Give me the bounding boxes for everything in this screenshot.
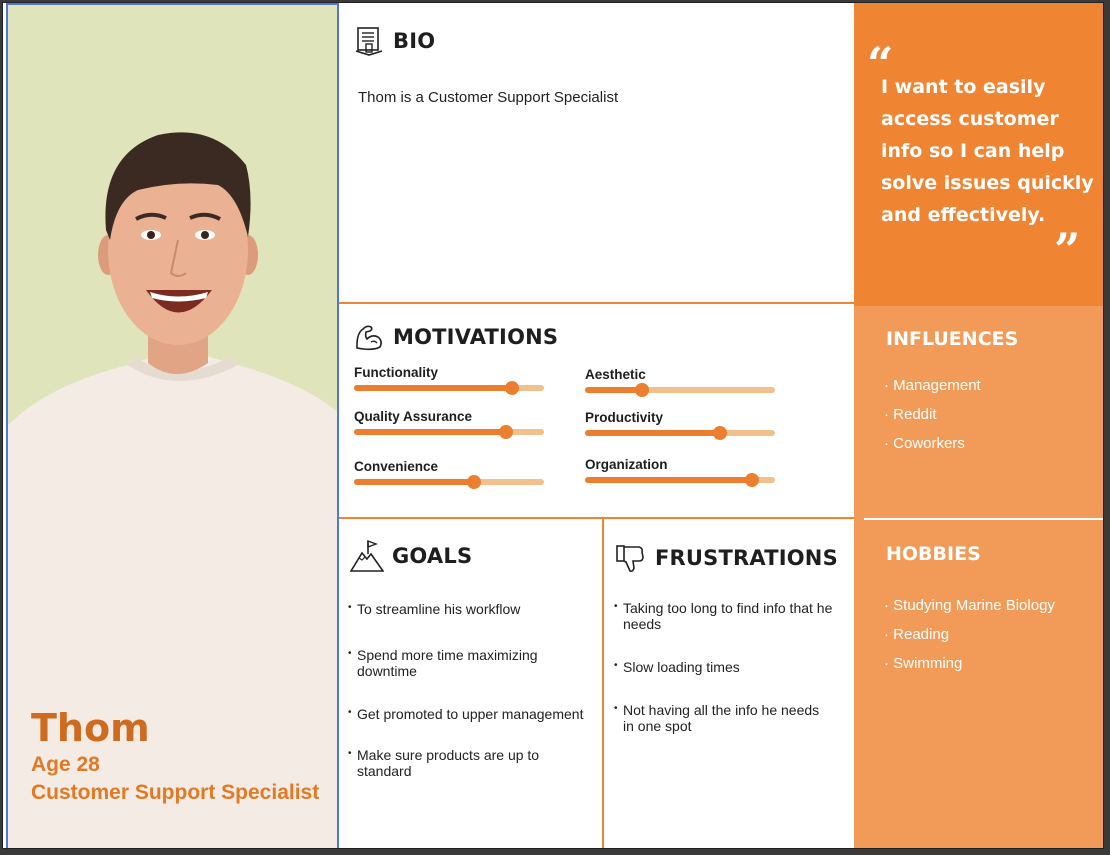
goals-title: GOALS <box>392 544 473 568</box>
list-item: · Swimming <box>884 655 963 672</box>
persona-name: Thom <box>31 706 150 750</box>
list-item: · Reddit <box>884 406 937 423</box>
list-item: Not having all the info he needsin one s… <box>614 701 854 734</box>
goals-heading: GOALS <box>349 539 473 573</box>
influences-title: INFLUENCES <box>886 328 1019 350</box>
hobbies-panel: HOBBIES · Studying Marine Biology · Read… <box>854 521 1103 848</box>
bio-heading: BIO <box>353 25 435 57</box>
list-item: Slow loading times <box>614 658 854 675</box>
motivation-organization: Organization <box>585 457 775 487</box>
motivation-slider <box>585 426 775 440</box>
thumbs-down-icon <box>615 542 647 574</box>
bio-text: Thom is a Customer Support Specialist <box>358 89 619 106</box>
book-icon <box>353 25 385 57</box>
motivations-title: MOTIVATIONS <box>393 325 559 349</box>
mountain-flag-icon <box>349 539 385 573</box>
influences-list: · Management · Reddit · Coworkers <box>884 376 981 463</box>
motivation-convenience: Convenience <box>354 459 544 489</box>
flexed-arm-icon <box>353 321 385 353</box>
motivation-functionality: Functionality <box>354 365 544 395</box>
motivation-slider <box>354 475 544 489</box>
bio-title: BIO <box>393 29 436 53</box>
motivations-heading: MOTIVATIONS <box>353 321 558 353</box>
motivation-label: Functionality <box>354 365 438 380</box>
frustrations-heading: FRUSTRATIONS <box>615 542 838 574</box>
motivation-slider <box>585 383 775 397</box>
list-item: · Reading <box>884 626 950 643</box>
hobbies-title: HOBBIES <box>886 543 981 565</box>
list-item: Taking too long to find info that heneed… <box>614 599 854 632</box>
motivation-label: Organization <box>585 457 668 472</box>
persona-name-block: Thom Age 28 Customer Support Specialist <box>31 705 319 807</box>
motivation-label: Aesthetic <box>585 367 646 382</box>
quote-panel: “ I want to easily access customer info … <box>854 3 1103 306</box>
motivation-aesthetic: Aesthetic <box>585 367 775 397</box>
persona-role: Customer Support Specialist <box>31 781 320 804</box>
list-item: Make sure products are up tostandard <box>348 746 603 779</box>
list-item: Spend more time maximizingdowntime <box>348 646 603 679</box>
list-item: · Management <box>884 377 981 394</box>
motivation-productivity: Productivity <box>585 410 775 440</box>
frustrations-title: FRUSTRATIONS <box>655 546 838 570</box>
motivation-quality-assurance: Quality Assurance <box>354 409 544 439</box>
motivation-slider <box>585 473 775 487</box>
divider-bio-motivations <box>339 302 854 304</box>
list-item: · Coworkers <box>884 435 965 452</box>
divider-motivations-goals <box>339 517 854 519</box>
influences-panel: INFLUENCES · Management · Reddit · Cowor… <box>854 306 1103 517</box>
motivation-label: Quality Assurance <box>354 409 473 424</box>
hobbies-list: · Studying Marine Biology · Reading · Sw… <box>884 596 1055 683</box>
list-item: To streamline his workflow <box>348 600 603 617</box>
persona-card: Thom Age 28 Customer Support Specialist … <box>2 2 1104 849</box>
divider-influences-hobbies <box>864 518 1103 520</box>
goals-list: To streamline his workflow Spend more ti… <box>348 600 603 779</box>
frustrations-list: Taking too long to find info that heneed… <box>614 599 854 734</box>
list-item: Get promoted to upper management <box>348 705 603 722</box>
motivation-slider <box>354 425 544 439</box>
list-item: · Studying Marine Biology <box>884 597 1055 614</box>
persona-age: Age 28 <box>31 753 100 776</box>
quote-text: I want to easily access customer info so… <box>881 76 1094 226</box>
motivation-label: Convenience <box>354 459 439 474</box>
close-quote-icon: ” <box>1054 223 1081 277</box>
motivation-slider <box>354 381 544 395</box>
motivation-label: Productivity <box>585 410 664 425</box>
persona-photo: Thom Age 28 Customer Support Specialist <box>6 3 339 848</box>
